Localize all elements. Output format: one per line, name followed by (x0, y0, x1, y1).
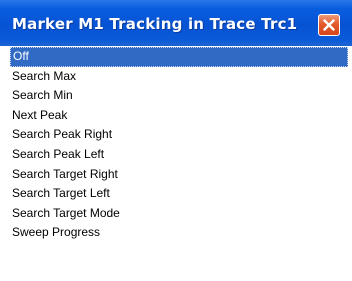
list-item-off[interactable]: Off (10, 47, 348, 67)
window-title: Marker M1 Tracking in Trace Trc1 (12, 15, 298, 33)
tracking-mode-list[interactable]: Off Search Max Search Min Next Peak Sear… (10, 47, 350, 243)
close-icon (323, 19, 335, 31)
list-item-next-peak[interactable]: Next Peak (10, 106, 350, 126)
title-bar[interactable]: Marker M1 Tracking in Trace Trc1 (0, 0, 352, 46)
close-button[interactable] (318, 14, 340, 36)
list-item-sweep-progress[interactable]: Sweep Progress (10, 223, 350, 243)
list-item-search-peak-right[interactable]: Search Peak Right (10, 125, 350, 145)
list-item-search-target-left[interactable]: Search Target Left (10, 184, 350, 204)
list-item-search-target-mode[interactable]: Search Target Mode (10, 204, 350, 224)
list-item-search-min[interactable]: Search Min (10, 86, 350, 106)
tracking-dialog: Marker M1 Tracking in Trace Trc1 Off Sea… (0, 0, 352, 281)
window-frame-right (348, 46, 352, 281)
list-item-search-max[interactable]: Search Max (10, 67, 350, 87)
list-item-search-peak-left[interactable]: Search Peak Left (10, 145, 350, 165)
list-item-search-target-right[interactable]: Search Target Right (10, 165, 350, 185)
